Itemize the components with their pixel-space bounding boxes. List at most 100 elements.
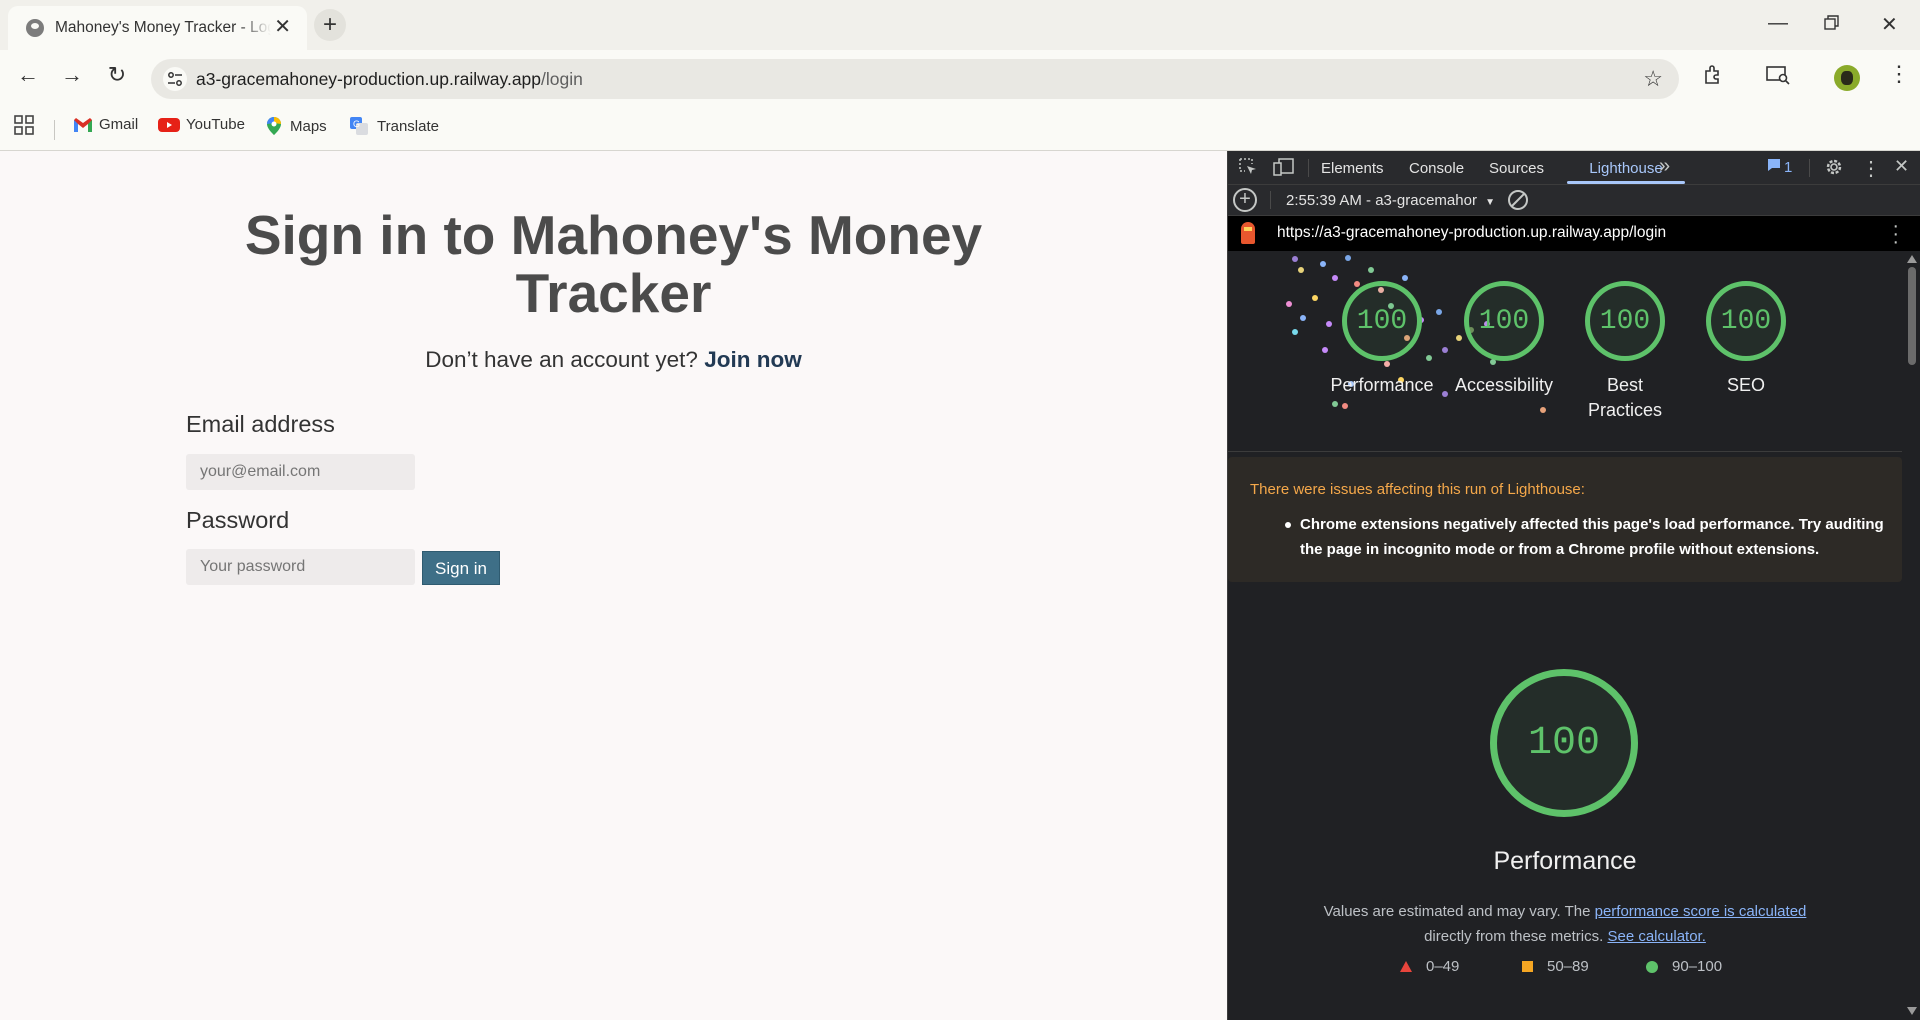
scroll-down-icon[interactable] xyxy=(1907,1007,1917,1015)
sign-in-button[interactable]: Sign in xyxy=(422,551,500,585)
legend-average: 50–89 xyxy=(1522,958,1589,975)
scroll-thumb[interactable] xyxy=(1908,267,1916,365)
lighthouse-logo-icon xyxy=(1241,222,1255,244)
active-tab-indicator xyxy=(1567,181,1685,184)
devtools-tab-bar: Elements Console Sources Lighthouse » 1 … xyxy=(1228,151,1920,185)
warning-item: Chrome extensions negatively affected th… xyxy=(1285,512,1890,562)
tab-sources[interactable]: Sources xyxy=(1489,160,1544,177)
score-label: SEO xyxy=(1726,375,1765,395)
cast-search-icon[interactable] xyxy=(1766,64,1790,91)
tab-strip: Mahoney's Money Tracker - Login ✕ + — ✕ xyxy=(0,0,1920,50)
url-host: a3-gracemahoney-production.up.railway.ap… xyxy=(196,69,542,89)
bookmark-label: Maps xyxy=(290,117,327,135)
password-label: Password xyxy=(186,507,290,533)
profile-avatar[interactable] xyxy=(1834,65,1860,91)
tab-console[interactable]: Console xyxy=(1409,160,1464,177)
maps-pin-icon xyxy=(267,117,281,135)
password-field[interactable] xyxy=(186,549,415,585)
divider xyxy=(1308,159,1309,177)
report-scrollbar[interactable] xyxy=(1903,251,1920,1020)
triangle-icon xyxy=(1400,961,1412,972)
menu-icon[interactable]: ⋮ xyxy=(1888,61,1910,87)
lighthouse-warnings: There were issues affecting this run of … xyxy=(1228,457,1902,582)
bookmark-star-icon[interactable]: ☆ xyxy=(1643,66,1663,92)
bookmark-label: Gmail xyxy=(99,116,139,133)
lighthouse-url-bar: https://a3-gracemahoney-production.up.ra… xyxy=(1228,216,1920,252)
score-label: Accessibility xyxy=(1454,375,1554,395)
restore-icon[interactable] xyxy=(1824,14,1840,37)
browser-tab[interactable]: Mahoney's Money Tracker - Login ✕ xyxy=(8,6,307,50)
score-gauge-accessibility[interactable]: 100 Accessibility xyxy=(1455,281,1553,398)
report-more-icon[interactable]: · · · xyxy=(1892,216,1899,252)
issues-message-icon xyxy=(1768,159,1780,171)
email-field[interactable] xyxy=(186,454,415,490)
score-gauge-performance[interactable]: 100 Performance xyxy=(1330,281,1434,398)
report-run-label: 2:55:39 AM - a3-gracemahor xyxy=(1286,192,1477,209)
report-selector[interactable]: 2:55:39 AM - a3-gracemahor ▼ xyxy=(1286,192,1495,209)
bookmark-youtube[interactable]: YouTube xyxy=(158,116,245,133)
close-window-icon[interactable]: ✕ xyxy=(1881,12,1898,37)
url-text: a3-gracemahoney-production.up.railway.ap… xyxy=(196,69,583,90)
scroll-up-icon[interactable] xyxy=(1907,255,1917,263)
legend-range: 90–100 xyxy=(1672,958,1723,975)
youtube-icon xyxy=(158,117,180,132)
issues-counter[interactable]: 1 xyxy=(1767,158,1792,176)
lighthouse-report: 100 Performance 100 Accessibility 100 Be… xyxy=(1228,251,1902,1020)
divider xyxy=(1809,159,1810,177)
dropdown-arrow-icon: ▼ xyxy=(1485,197,1496,208)
score-gauge-best-practices[interactable]: 100 Best Practices xyxy=(1584,281,1666,423)
score-value: 100 xyxy=(1464,281,1544,361)
signup-prompt-text: Don’t have an account yet? xyxy=(425,347,698,372)
join-now-link[interactable]: Join now xyxy=(704,347,802,372)
score-value: 100 xyxy=(1342,281,1422,361)
bookmark-gmail[interactable]: Gmail xyxy=(73,116,138,133)
devtools-menu-icon[interactable]: ⋮ xyxy=(1861,156,1881,181)
see-calculator-link[interactable]: See calculator. xyxy=(1607,928,1705,945)
more-tabs-chevron-icon[interactable]: » xyxy=(1659,155,1670,178)
forward-icon[interactable]: → xyxy=(57,62,87,88)
back-icon[interactable]: ← xyxy=(13,62,43,88)
close-devtools-icon[interactable]: ✕ xyxy=(1894,156,1909,177)
device-toolbar-icon[interactable] xyxy=(1273,157,1295,182)
site-info-icon[interactable] xyxy=(163,67,187,91)
bookmark-translate[interactable]: G Translate xyxy=(349,116,439,136)
performance-category-title: Performance xyxy=(1493,847,1637,875)
divider xyxy=(1270,191,1271,209)
bookmark-label: Translate xyxy=(377,117,439,135)
apps-grid-icon[interactable] xyxy=(14,115,34,135)
settings-gear-icon[interactable] xyxy=(1824,157,1844,182)
bookmark-label: YouTube xyxy=(186,116,245,133)
score-value: 100 xyxy=(1585,281,1665,361)
svg-text:G: G xyxy=(353,119,360,129)
inspect-element-icon[interactable] xyxy=(1238,157,1258,182)
gmail-icon xyxy=(74,117,92,132)
login-page: Sign in to Mahoney's Money Tracker Don’t… xyxy=(0,151,1227,1020)
performance-description: Values are estimated and may vary. The p… xyxy=(1228,899,1902,949)
page-title: Sign in to Mahoney's Money Tracker xyxy=(244,204,983,324)
address-bar[interactable]: a3-gracemahoney-production.up.railway.ap… xyxy=(151,59,1679,99)
minimize-icon[interactable]: — xyxy=(1768,12,1788,35)
signup-prompt: Don’t have an account yet? Join now xyxy=(220,347,1007,373)
reload-icon[interactable]: ↻ xyxy=(102,62,132,88)
warnings-title: There were issues affecting this run of … xyxy=(1250,481,1585,498)
legend-fail: 0–49 xyxy=(1400,958,1459,975)
tab-close-icon[interactable]: ✕ xyxy=(274,17,291,37)
lighthouse-toolbar: + 2:55:39 AM - a3-gracemahor ▼ xyxy=(1228,185,1920,216)
perf-desc-text: Values are estimated and may vary. The xyxy=(1323,903,1591,920)
email-label: Email address xyxy=(186,411,335,437)
legend-range: 50–89 xyxy=(1547,958,1589,975)
bookmarks-bar: Gmail YouTube Maps G Translate xyxy=(0,107,1920,151)
perf-desc-text: directly from these metrics. xyxy=(1424,928,1604,945)
extensions-icon[interactable] xyxy=(1703,64,1725,91)
score-calculated-link[interactable]: performance score is calculated xyxy=(1595,903,1807,920)
tab-title: Mahoney's Money Tracker - Login xyxy=(55,19,271,36)
bookmark-maps[interactable]: Maps xyxy=(265,116,327,136)
issues-count: 1 xyxy=(1784,159,1793,176)
score-value: 100 xyxy=(1706,281,1786,361)
new-tab-button[interactable]: + xyxy=(314,9,346,41)
score-gauge-seo[interactable]: 100 SEO xyxy=(1705,281,1787,398)
clear-all-icon[interactable] xyxy=(1508,190,1528,210)
new-report-plus-icon[interactable]: + xyxy=(1233,188,1257,212)
tab-elements[interactable]: Elements xyxy=(1321,160,1384,177)
translate-icon: G xyxy=(350,117,368,135)
